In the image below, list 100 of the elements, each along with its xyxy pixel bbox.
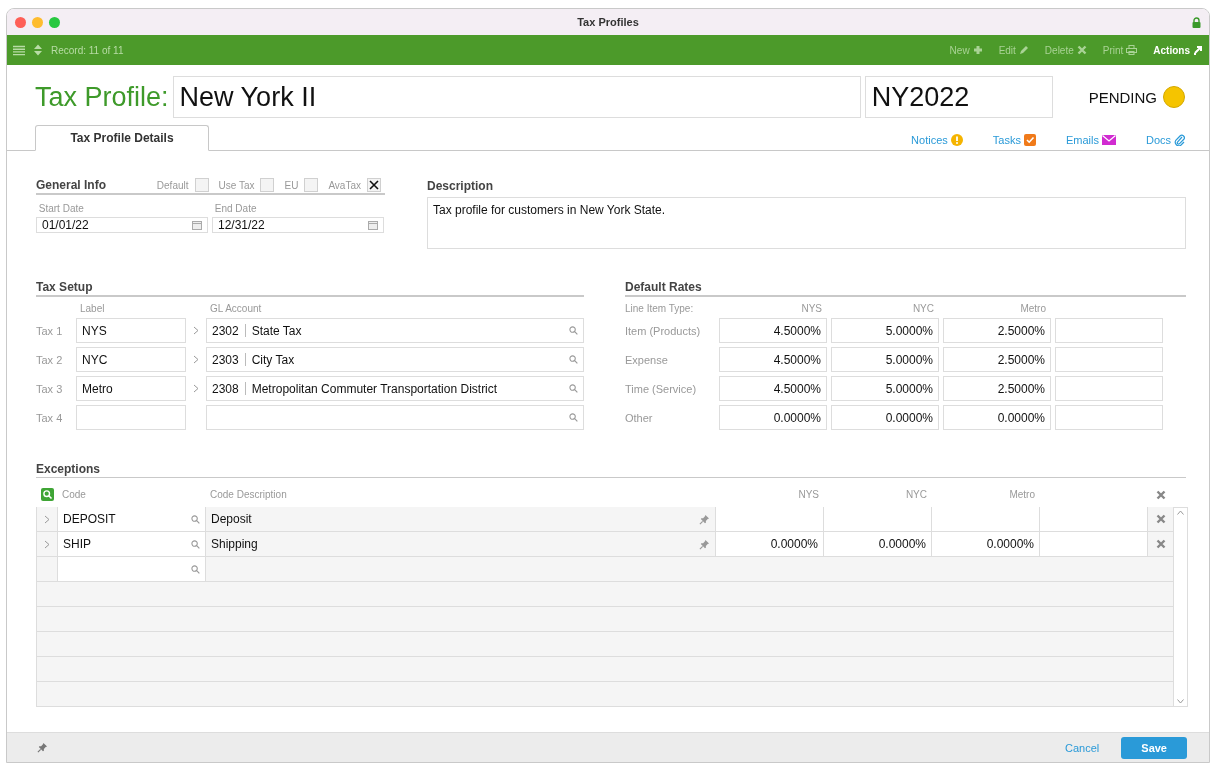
rate-field[interactable]: 0.0000%	[932, 532, 1040, 557]
record-counter: Record: 11 of 11	[51, 44, 124, 56]
close-button[interactable]	[15, 16, 26, 28]
rate-field[interactable]: 0.0000%	[719, 405, 827, 430]
label-field[interactable]	[76, 405, 186, 430]
column-header: Label	[79, 303, 106, 314]
rate-field[interactable]	[1040, 507, 1148, 532]
scroll-up-icon[interactable]	[1177, 510, 1184, 515]
menu-icon[interactable]	[13, 44, 25, 56]
row-handle[interactable]	[36, 557, 58, 582]
description-cell: Deposit	[206, 507, 716, 532]
code-field[interactable]: DEPOSIT	[58, 507, 206, 532]
code-field[interactable]: NY2022	[864, 76, 1053, 118]
checkbox[interactable]	[367, 178, 381, 192]
zoom-button[interactable]	[49, 16, 60, 28]
row-handle[interactable]	[36, 532, 58, 557]
plus-icon	[972, 45, 983, 55]
account-field[interactable]: 2302 State Tax	[206, 318, 584, 343]
checkbox[interactable]	[260, 178, 275, 192]
label-field[interactable]: NYS	[76, 318, 186, 343]
empty-row[interactable]	[36, 682, 1174, 707]
search-icon[interactable]	[569, 384, 578, 393]
empty-row[interactable]	[36, 657, 1174, 682]
rate-field[interactable]	[824, 507, 932, 532]
description-field[interactable]: Tax profile for customers in New York State.	[427, 197, 1186, 249]
rate-field[interactable]: 0.0000%	[943, 405, 1051, 430]
rate-field[interactable]: 2.5000%	[943, 376, 1051, 401]
name-field[interactable]: New York II	[172, 76, 861, 118]
paperclip-icon	[1174, 134, 1185, 146]
checkbox-label: Default	[156, 179, 189, 191]
rate-field[interactable]: 5.0000%	[831, 347, 939, 372]
row-label: Expense	[625, 353, 669, 366]
rate-field[interactable]	[1055, 405, 1163, 430]
rate-field[interactable]: 2.5000%	[943, 318, 1051, 343]
scroll-down-icon[interactable]	[1177, 699, 1184, 704]
rate-field[interactable]: 4.5000%	[719, 376, 827, 401]
search-icon[interactable]	[569, 326, 578, 335]
rate-field[interactable]	[932, 507, 1040, 532]
calendar-icon[interactable]	[368, 220, 378, 230]
rate-field[interactable]	[1055, 318, 1163, 343]
row-label: Tax 1	[36, 324, 64, 337]
rate-field[interactable]: 0.0000%	[824, 532, 932, 557]
rate-field[interactable]: 2.5000%	[943, 347, 1051, 372]
search-icon[interactable]	[191, 539, 200, 549]
rate-field[interactable]: 4.5000%	[719, 347, 827, 372]
pin-icon[interactable]	[699, 513, 710, 525]
toolbar-button[interactable]: Actions	[1153, 44, 1203, 56]
checkbox[interactable]	[194, 178, 209, 192]
search-icon[interactable]	[569, 355, 578, 364]
rate-field[interactable]: 0.0000%	[831, 405, 939, 430]
code-field[interactable]	[58, 557, 206, 582]
delete-cell[interactable]	[1148, 507, 1174, 532]
delete-all-icon[interactable]	[1156, 489, 1166, 500]
minimize-button[interactable]	[32, 16, 43, 28]
label-field[interactable]: NYC	[76, 347, 186, 372]
row-handle[interactable]	[36, 507, 58, 532]
section-title: Exceptions	[36, 461, 101, 476]
record-type-label: Tax Profile:	[35, 81, 169, 113]
calendar-icon[interactable]	[192, 220, 202, 230]
checkbox[interactable]	[304, 178, 319, 192]
arrow-icon	[1193, 45, 1203, 55]
account-field[interactable]: 2308 Metropolitan Commuter Transportation District	[206, 376, 584, 401]
section-title: Tax Setup	[36, 280, 93, 294]
scrollbar[interactable]	[1174, 507, 1188, 707]
delete-icon[interactable]	[1155, 514, 1166, 524]
delete-icon[interactable]	[1155, 539, 1166, 549]
search-icon[interactable]	[40, 488, 54, 501]
label-field[interactable]: Metro	[76, 376, 186, 401]
rate-field[interactable]	[1055, 347, 1163, 372]
rate-field[interactable]	[716, 507, 824, 532]
close-icon	[1076, 45, 1087, 55]
search-icon[interactable]	[569, 413, 578, 422]
up-down-arrows-icon[interactable]	[33, 43, 43, 57]
account-field[interactable]: 2303 City Tax	[206, 347, 584, 372]
rate-field[interactable]: 5.0000%	[831, 318, 939, 343]
rate-field[interactable]	[1055, 376, 1163, 401]
search-icon[interactable]	[191, 514, 200, 524]
delete-cell[interactable]	[1148, 532, 1174, 557]
empty-row[interactable]	[36, 582, 1174, 607]
checkbox-label: AvaTax	[328, 179, 361, 191]
empty-row[interactable]	[36, 632, 1174, 657]
rate-field[interactable]	[1040, 532, 1148, 557]
pin-icon[interactable]	[699, 538, 710, 550]
checkbox-icon	[1023, 134, 1036, 146]
rate-field[interactable]: 4.5000%	[719, 318, 827, 343]
account-field[interactable]	[206, 405, 584, 430]
search-icon[interactable]	[191, 564, 200, 574]
empty-row[interactable]	[36, 607, 1174, 632]
tab[interactable]: Tax Profile Details	[35, 125, 209, 151]
rate-field[interactable]: 5.0000%	[831, 376, 939, 401]
row-label: Tax 2	[36, 353, 64, 366]
pin-icon[interactable]	[37, 742, 48, 753]
column-header: Metro	[1008, 489, 1036, 500]
date-field[interactable]: 12/31/22	[212, 217, 384, 233]
code-field[interactable]: SHIP	[58, 532, 206, 557]
date-field[interactable]: 01/01/22	[36, 217, 208, 233]
warning-icon	[950, 134, 963, 146]
column-header: NYS	[800, 303, 823, 314]
rate-field[interactable]: 0.0000%	[716, 532, 824, 557]
lock-icon	[1192, 16, 1201, 28]
